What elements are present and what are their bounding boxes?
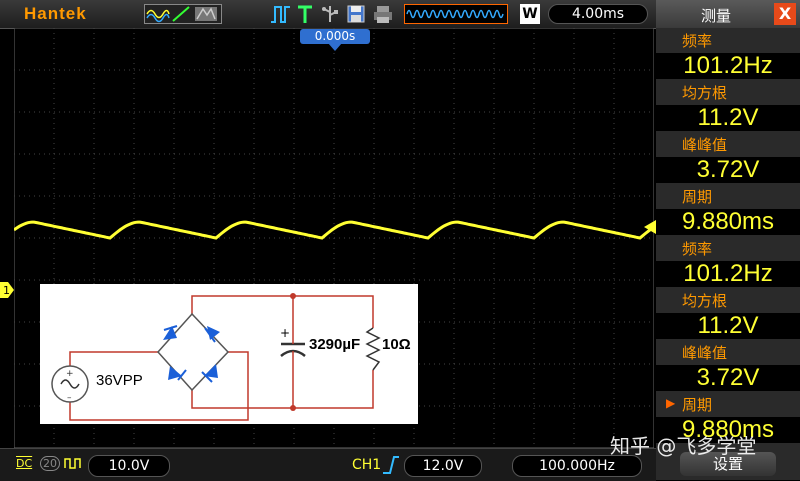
measure-value-7[interactable]: 3.72V [656, 365, 800, 391]
svg-text:+: + [66, 369, 74, 379]
svg-text:–: – [67, 393, 72, 403]
measure-panel-title: 测量 [700, 7, 731, 25]
volts-div-display[interactable]: 10.0V [88, 455, 170, 477]
capacitor-value-label: 3290µF [309, 336, 361, 353]
bandwidth-limit-icon[interactable]: 20 [40, 456, 60, 471]
timebase-value: 4.00ms [571, 6, 625, 22]
channel1-marker[interactable]: 1 [0, 282, 14, 298]
coupling-dc-icon[interactable]: DC [16, 457, 32, 470]
waveform-memory-indicator [404, 4, 508, 24]
measure-value-4[interactable]: 9.880ms [656, 209, 800, 235]
trigger-arrow-icon [328, 43, 342, 51]
trigger-status-icon [296, 4, 314, 24]
print-icon[interactable] [372, 4, 394, 24]
trigger-level-marker[interactable] [644, 220, 656, 234]
measure-label-4: 周期 [682, 188, 713, 206]
measure-label-6: 均方根 [682, 292, 728, 310]
measure-value-5[interactable]: 101.2Hz [656, 261, 800, 287]
volts-div-value: 10.0V [108, 458, 150, 474]
circuit-diagram: + – + 36VPP 3290µF 10Ω [40, 284, 418, 424]
trigger-level-value: 12.0V [422, 458, 464, 474]
measure-value-1[interactable]: 101.2Hz [656, 53, 800, 79]
trigger-time-marker[interactable]: 0.000s [300, 29, 370, 44]
capacitor-plus-label: + [280, 326, 291, 340]
measure-panel-header: 测量 X [656, 0, 800, 28]
acq-mode-badge: W [520, 4, 540, 24]
trigger-frequency-value: 100.000Hz [539, 458, 615, 474]
rising-edge-icon[interactable] [382, 455, 400, 475]
watermark-text: 知乎 @飞多学堂 [610, 434, 757, 458]
resistor-symbol [365, 327, 381, 371]
resistor-value-label: 10Ω [382, 336, 411, 353]
invert-icon[interactable] [64, 456, 84, 470]
source-voltage-label: 36VPP [96, 372, 143, 389]
save-icon[interactable] [346, 4, 366, 24]
channel1-marker-label: 1 [3, 284, 10, 297]
top-status-bar: Hantek W 4.00ms [0, 0, 656, 29]
measure-panel: 测量 X 频率 101.2Hz 均方根 11.2V 峰峰值 3.72V 周期 9… [656, 0, 800, 480]
display-mode-icons[interactable] [144, 4, 222, 24]
measure-label-2: 均方根 [682, 84, 728, 102]
close-button[interactable]: X [774, 3, 796, 25]
bridge-diodes [163, 325, 220, 383]
measure-label-7: 峰峰值 [682, 344, 728, 362]
trigger-edge-icon[interactable] [270, 4, 292, 24]
brand-logo: Hantek [24, 4, 87, 23]
measure-value-6[interactable]: 11.2V [656, 313, 800, 339]
measure-label-3: 峰峰值 [682, 136, 728, 154]
trigger-level-display[interactable]: 12.0V [404, 455, 482, 477]
selected-arrow-icon: ▶ [666, 396, 676, 410]
trigger-time-value: 0.000s [314, 29, 356, 43]
measure-label-1: 频率 [682, 32, 713, 50]
acq-mode-label: W [522, 6, 538, 22]
source-symbol: + – [51, 365, 89, 403]
timebase-display[interactable]: 4.00ms [548, 4, 648, 24]
trigger-channel-label[interactable]: CH1 [352, 457, 381, 473]
measure-value-2[interactable]: 11.2V [656, 105, 800, 131]
measure-label-8: 周期 [682, 396, 713, 414]
measure-label-5: 频率 [682, 240, 713, 258]
usb-icon [320, 4, 340, 24]
measure-value-3[interactable]: 3.72V [656, 157, 800, 183]
